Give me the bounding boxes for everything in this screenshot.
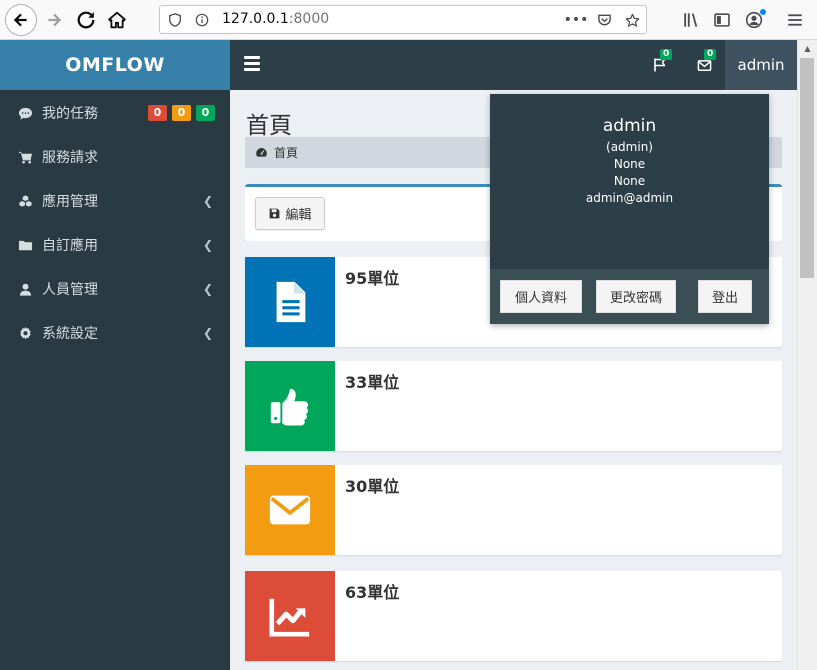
back-arrow-icon: [13, 13, 27, 27]
task-badge-orange: 0: [172, 105, 191, 121]
logo: OMFLOW: [65, 54, 165, 76]
back-button[interactable]: [5, 4, 37, 36]
info-box-stats: 63單位: [245, 571, 782, 661]
sidebar-item-my-tasks[interactable]: 我的任務 0 0 0: [0, 91, 230, 135]
envelope-icon: [245, 465, 335, 555]
sidebar-item-label: 人員管理: [42, 282, 98, 298]
chevron-left-icon: ❮: [203, 326, 214, 340]
sidebar-item-label: 應用管理: [42, 194, 98, 210]
url-text: 127.0.0.1:8000: [222, 11, 329, 27]
cart-icon: [17, 149, 33, 165]
user-icon: [17, 281, 33, 297]
home-icon: [108, 11, 126, 29]
page-scrollbar[interactable]: ▲: [797, 40, 817, 670]
info-box-messages: 30單位: [245, 465, 782, 555]
sidebar-toggle-button[interactable]: [244, 56, 260, 74]
edit-button[interactable]: 編輯: [255, 197, 325, 230]
sidebar-toggle-icon[interactable]: [711, 9, 733, 31]
account-icon[interactable]: [743, 9, 766, 31]
gear-icon: [17, 325, 33, 341]
user-title: None: [613, 174, 646, 188]
sidebar-item-people[interactable]: 人員管理 ❮: [0, 267, 230, 311]
info-box-value: 95單位: [345, 269, 400, 288]
logout-button[interactable]: 登出: [698, 280, 752, 313]
reload-icon: [77, 11, 95, 29]
thumbs-up-icon: [245, 361, 335, 451]
sidebar: 我的任務 0 0 0 服務請求 應用管理 ❮ 自訂應用 ❮ 人員管理 ❮ 系統設…: [0, 90, 230, 670]
task-badge-green: 0: [196, 105, 215, 121]
url-bar[interactable]: 127.0.0.1:8000 •••: [159, 5, 647, 34]
profile-button[interactable]: 個人資料: [500, 280, 582, 313]
dashboard-icon: [255, 146, 269, 160]
sidebar-item-app-management[interactable]: 應用管理 ❮: [0, 179, 230, 223]
forward-button[interactable]: [40, 6, 68, 34]
logo-bar[interactable]: OMFLOW: [0, 40, 230, 90]
user-name: admin: [602, 116, 657, 136]
sidebar-item-service-request[interactable]: 服務請求: [0, 135, 230, 179]
chevron-left-icon: ❮: [203, 238, 214, 252]
chevron-left-icon: ❮: [203, 194, 214, 208]
user-footer: 個人資料 更改密碼 登出: [490, 269, 769, 324]
menu-icon[interactable]: [784, 9, 806, 31]
mail-badge: 0: [704, 49, 717, 60]
user-dropdown: admin (admin) None None admin@admin 個人資料…: [490, 94, 769, 324]
sidebar-item-label: 系統設定: [42, 326, 98, 342]
sidebar-item-label: 自訂應用: [42, 238, 98, 254]
notification-dot: [760, 9, 766, 15]
change-password-button[interactable]: 更改密碼: [596, 280, 676, 313]
save-icon: [270, 208, 280, 219]
folder-icon: [17, 237, 33, 253]
sidebar-item-settings[interactable]: 系統設定 ❮: [0, 311, 230, 355]
edit-button-label: 編輯: [285, 208, 312, 223]
breadcrumb-home-link[interactable]: 首頁: [274, 144, 298, 161]
user-account: (admin): [606, 140, 653, 154]
shield-icon[interactable]: [166, 11, 184, 29]
file-icon: [245, 257, 335, 347]
url-port: :8000: [288, 11, 330, 27]
url-host: 127.0.0.1: [222, 11, 289, 27]
info-icon[interactable]: [193, 11, 211, 29]
user-header: admin (admin) None None admin@admin: [490, 94, 769, 269]
chart-line-icon: [245, 571, 335, 661]
user-email: admin@admin: [585, 191, 674, 205]
scroll-thumb[interactable]: [800, 58, 814, 278]
reload-button[interactable]: [72, 6, 100, 34]
home-button[interactable]: [103, 6, 131, 34]
user-menu-button[interactable]: admin: [725, 40, 797, 90]
comment-icon: [17, 105, 33, 121]
bookmark-star-icon[interactable]: [622, 11, 642, 29]
flag-notifications-button[interactable]: 0: [650, 49, 673, 74]
browser-toolbar: 127.0.0.1:8000 •••: [0, 0, 817, 40]
user-department: None: [613, 157, 646, 171]
flag-badge: 0: [660, 49, 673, 60]
page-actions-icon[interactable]: •••: [564, 11, 589, 29]
chevron-left-icon: ❮: [203, 282, 214, 296]
cubes-icon: [17, 193, 33, 209]
sidebar-item-label: 服務請求: [42, 150, 98, 166]
page-title: 首頁: [246, 113, 292, 139]
mail-notifications-button[interactable]: 0: [694, 49, 717, 74]
info-box-value: 30單位: [345, 477, 400, 496]
info-box-value: 63單位: [345, 583, 400, 602]
task-badge-red: 0: [148, 105, 167, 121]
top-navbar: 0 0 admin: [230, 40, 797, 90]
library-icon[interactable]: [680, 9, 702, 31]
info-box-value: 33單位: [345, 373, 400, 392]
sidebar-item-custom-apps[interactable]: 自訂應用 ❮: [0, 223, 230, 267]
info-box-likes: 33單位: [245, 361, 782, 451]
forward-arrow-icon: [48, 13, 62, 27]
pocket-icon[interactable]: [594, 11, 614, 29]
sidebar-item-label: 我的任務: [42, 106, 98, 122]
scroll-up-arrow-icon[interactable]: ▲: [798, 40, 817, 57]
